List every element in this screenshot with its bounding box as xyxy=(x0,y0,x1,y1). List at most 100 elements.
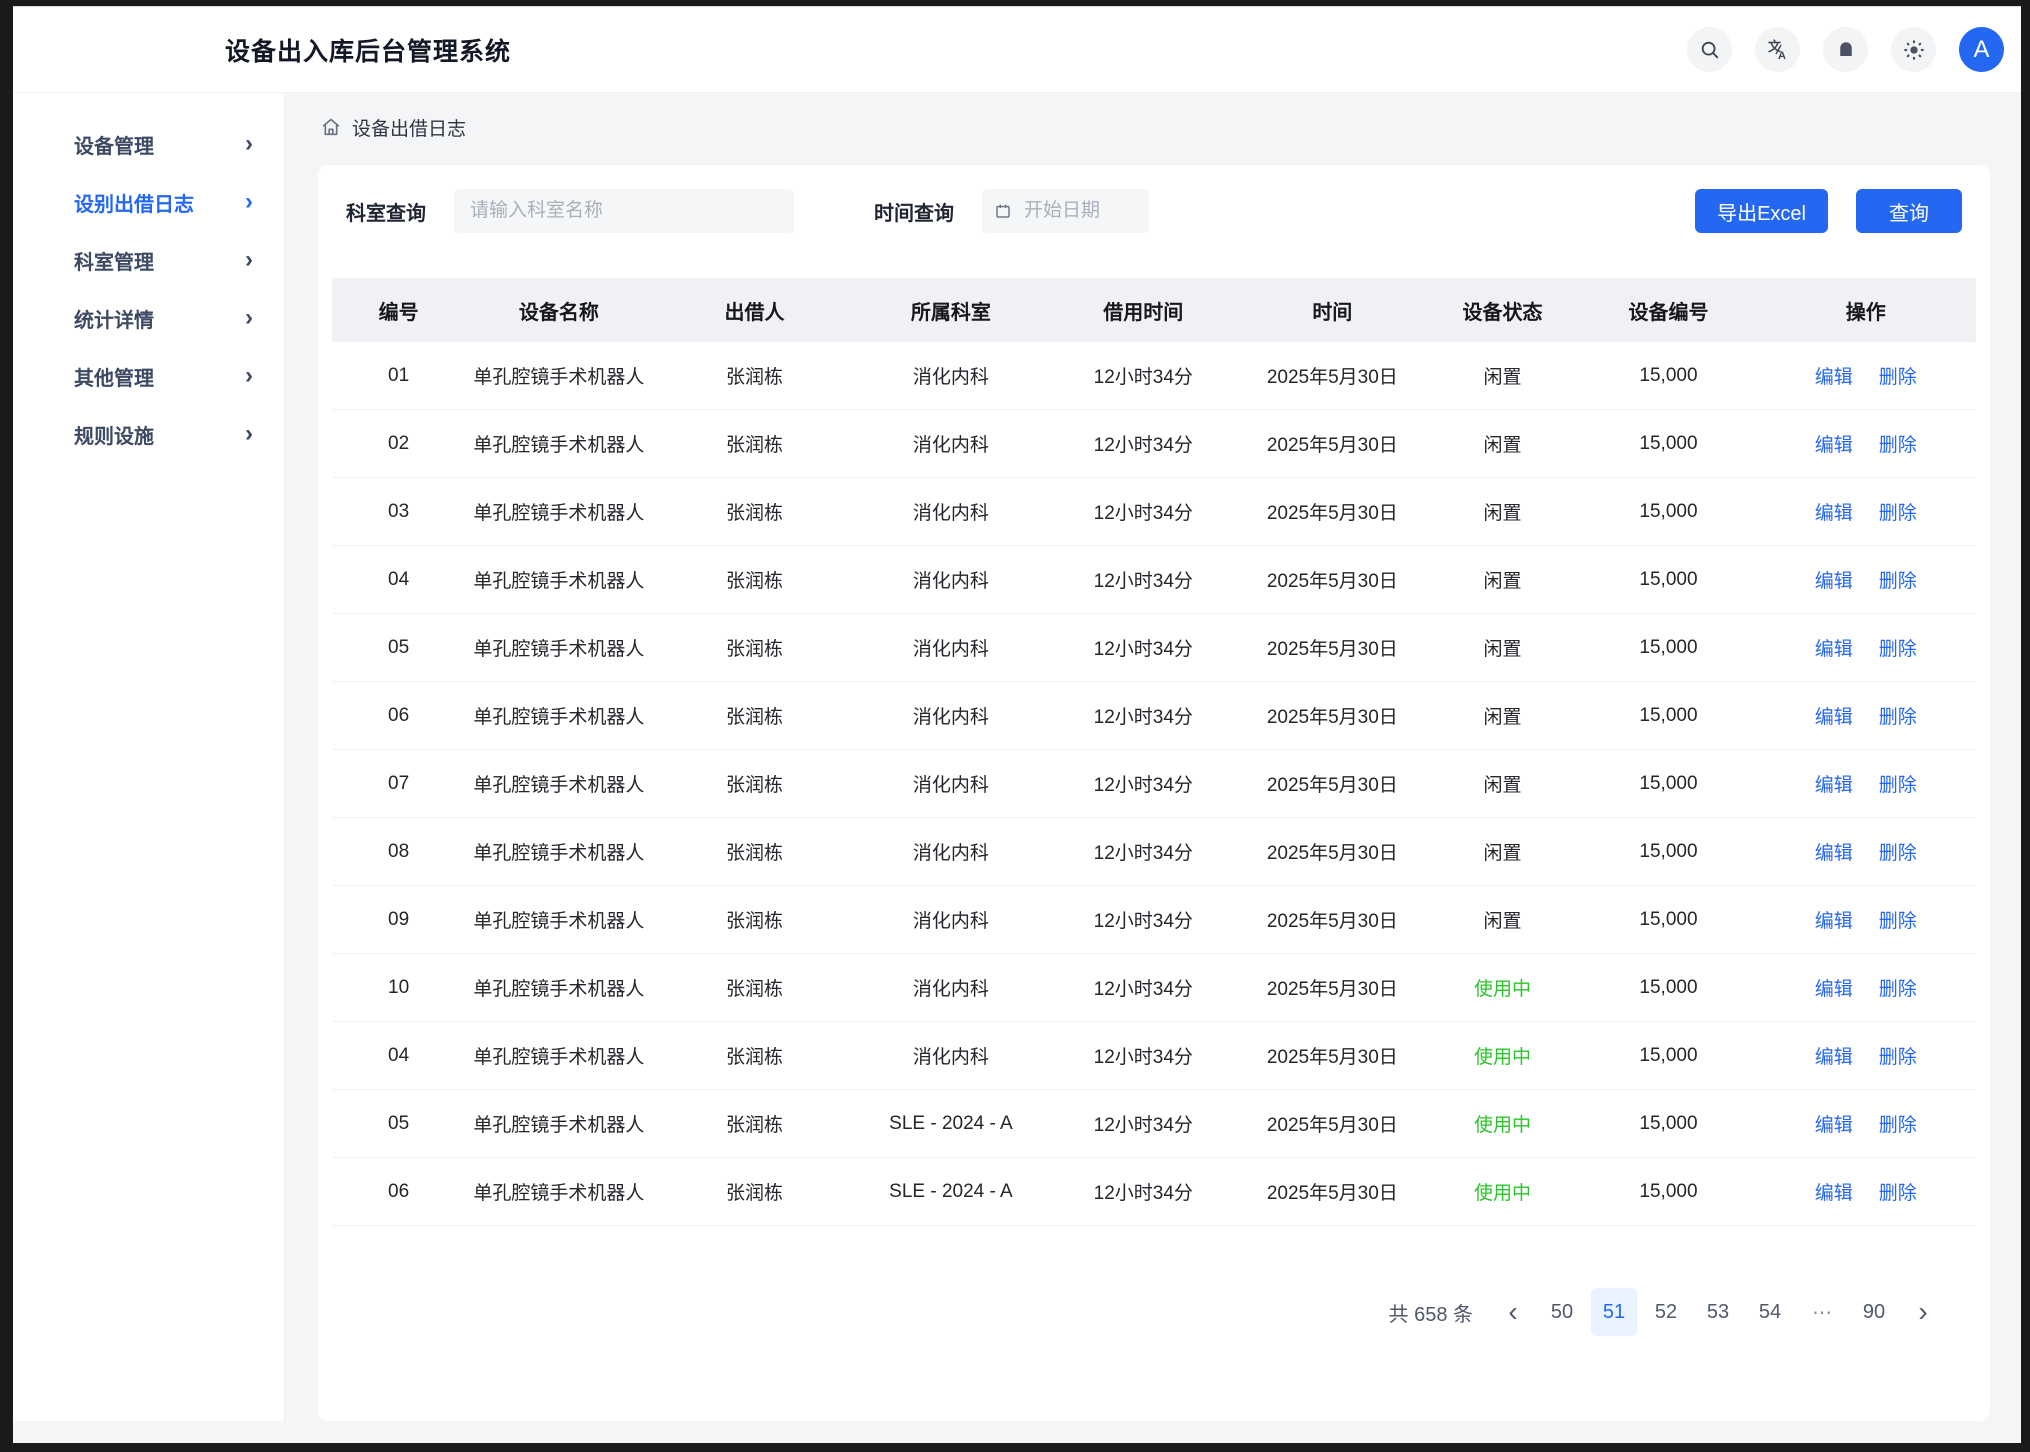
cell-actions: 编辑 删除 xyxy=(1756,498,1976,525)
cell-device-number: 15,000 xyxy=(1581,841,1755,863)
cell-actions: 编辑 删除 xyxy=(1756,634,1976,661)
page-number[interactable]: 52 xyxy=(1643,1288,1689,1336)
cell-device-number: 15,000 xyxy=(1581,705,1755,727)
delete-link[interactable]: 删除 xyxy=(1879,1110,1917,1137)
delete-link[interactable]: 删除 xyxy=(1879,702,1917,729)
delete-link[interactable]: 删除 xyxy=(1879,770,1917,797)
table-row: 06 单孔腔镜手术机器人 张润栋 SLE - 2024 - A 12小时34分 … xyxy=(332,1158,1976,1226)
cell-device-status: 使用中 xyxy=(1424,1110,1582,1137)
page-number[interactable]: 53 xyxy=(1695,1288,1741,1336)
edit-link[interactable]: 编辑 xyxy=(1815,566,1853,593)
cell-department: 消化内科 xyxy=(856,702,1045,729)
table-row: 10 单孔腔镜手术机器人 张润栋 消化内科 12小时34分 2025年5月30日… xyxy=(332,954,1976,1022)
cell-actions: 编辑 删除 xyxy=(1756,838,1976,865)
delete-link[interactable]: 删除 xyxy=(1879,362,1917,389)
column-header: 设备编号 xyxy=(1581,296,1755,325)
sidebar-item[interactable]: 规则设施 › xyxy=(13,405,284,463)
delete-link[interactable]: 删除 xyxy=(1879,1042,1917,1069)
cell-device-status: 闲置 xyxy=(1424,498,1582,525)
edit-link[interactable]: 编辑 xyxy=(1815,362,1853,389)
delete-link[interactable]: 删除 xyxy=(1879,634,1917,661)
cell-department: 消化内科 xyxy=(856,838,1045,865)
table-row: 05 单孔腔镜手术机器人 张润栋 消化内科 12小时34分 2025年5月30日… xyxy=(332,614,1976,682)
sidebar-item[interactable]: 设备管理 › xyxy=(13,115,284,173)
cell-borrow-duration: 12小时34分 xyxy=(1045,1110,1241,1137)
page-number[interactable]: 90 xyxy=(1851,1288,1897,1336)
header-actions: 文 A xyxy=(1687,27,2004,72)
delete-link[interactable]: 删除 xyxy=(1879,498,1917,525)
cell-actions: 编辑 删除 xyxy=(1756,702,1976,729)
cell-date: 2025年5月30日 xyxy=(1241,430,1423,457)
page-number[interactable]: 51 xyxy=(1591,1288,1637,1336)
chevron-right-icon: › xyxy=(245,306,253,330)
start-date-picker[interactable] xyxy=(982,189,1149,233)
edit-link[interactable]: 编辑 xyxy=(1815,702,1853,729)
cell-lender: 张润栋 xyxy=(653,1178,857,1205)
cell-lender: 张润栋 xyxy=(653,1110,857,1137)
edit-link[interactable]: 编辑 xyxy=(1815,1042,1853,1069)
chevron-right-icon: › xyxy=(245,364,253,388)
edit-link[interactable]: 编辑 xyxy=(1815,770,1853,797)
cell-device-number: 15,000 xyxy=(1581,433,1755,455)
export-excel-button[interactable]: 导出Excel xyxy=(1695,189,1828,233)
delete-link[interactable]: 删除 xyxy=(1879,430,1917,457)
cell-department: 消化内科 xyxy=(856,362,1045,389)
column-header: 出借人 xyxy=(653,296,857,325)
cell-borrow-duration: 12小时34分 xyxy=(1045,498,1241,525)
cell-date: 2025年5月30日 xyxy=(1241,1178,1423,1205)
theme-button[interactable] xyxy=(1891,27,1936,72)
edit-link[interactable]: 编辑 xyxy=(1815,1178,1853,1205)
table-row: 07 单孔腔镜手术机器人 张润栋 消化内科 12小时34分 2025年5月30日… xyxy=(332,750,1976,818)
cell-device-number: 15,000 xyxy=(1581,773,1755,795)
search-icon xyxy=(1699,39,1721,61)
edit-link[interactable]: 编辑 xyxy=(1815,634,1853,661)
start-date-input[interactable] xyxy=(1024,200,1124,222)
edit-link[interactable]: 编辑 xyxy=(1815,430,1853,457)
sidebar-item[interactable]: 其他管理 › xyxy=(13,347,284,405)
column-header: 所属科室 xyxy=(856,296,1045,325)
cell-date: 2025年5月30日 xyxy=(1241,1110,1423,1137)
cell-number: 07 xyxy=(332,773,465,795)
language-button[interactable]: 文 A xyxy=(1755,27,1800,72)
next-page-button[interactable]: › xyxy=(1903,1290,1943,1334)
cell-department: SLE - 2024 - A xyxy=(856,1181,1045,1203)
breadcrumb: 设备出借日志 xyxy=(320,111,1990,143)
sidebar-item-label: 设备管理 xyxy=(74,130,154,159)
cell-borrow-duration: 12小时34分 xyxy=(1045,838,1241,865)
sidebar-item[interactable]: 统计详情 › xyxy=(13,289,284,347)
page-list: 50 51 52 53 54 ⋯ 90 xyxy=(1539,1288,1897,1336)
column-header: 编号 xyxy=(332,296,465,325)
edit-link[interactable]: 编辑 xyxy=(1815,838,1853,865)
delete-link[interactable]: 删除 xyxy=(1879,566,1917,593)
edit-link[interactable]: 编辑 xyxy=(1815,906,1853,933)
delete-link[interactable]: 删除 xyxy=(1879,974,1917,1001)
table-row: 06 单孔腔镜手术机器人 张润栋 消化内科 12小时34分 2025年5月30日… xyxy=(332,682,1976,750)
cell-device-number: 15,000 xyxy=(1581,1113,1755,1135)
notification-button[interactable] xyxy=(1823,27,1868,72)
edit-link[interactable]: 编辑 xyxy=(1815,974,1853,1001)
delete-link[interactable]: 删除 xyxy=(1879,1178,1917,1205)
prev-page-button[interactable]: ‹ xyxy=(1493,1290,1533,1334)
delete-link[interactable]: 删除 xyxy=(1879,906,1917,933)
cell-number: 02 xyxy=(332,433,465,455)
cell-device-number: 15,000 xyxy=(1581,569,1755,591)
cell-number: 08 xyxy=(332,841,465,863)
cell-department: 消化内科 xyxy=(856,906,1045,933)
user-avatar[interactable]: A xyxy=(1959,27,2004,72)
page-number[interactable]: 54 xyxy=(1747,1288,1793,1336)
column-header: 时间 xyxy=(1241,296,1423,325)
cell-device-number: 15,000 xyxy=(1581,1181,1755,1203)
query-button[interactable]: 查询 xyxy=(1856,189,1962,233)
sidebar-item[interactable]: 设别出借日志 › xyxy=(13,173,284,231)
dept-search-input[interactable] xyxy=(454,189,794,233)
sidebar-item[interactable]: 科室管理 › xyxy=(13,231,284,289)
cell-lender: 张润栋 xyxy=(653,362,857,389)
search-button[interactable] xyxy=(1687,27,1732,72)
edit-link[interactable]: 编辑 xyxy=(1815,1110,1853,1137)
page-number[interactable]: 50 xyxy=(1539,1288,1585,1336)
notification-icon xyxy=(1835,39,1857,61)
cell-device-name: 单孔腔镜手术机器人 xyxy=(465,770,652,797)
delete-link[interactable]: 删除 xyxy=(1879,838,1917,865)
edit-link[interactable]: 编辑 xyxy=(1815,498,1853,525)
cell-borrow-duration: 12小时34分 xyxy=(1045,430,1241,457)
